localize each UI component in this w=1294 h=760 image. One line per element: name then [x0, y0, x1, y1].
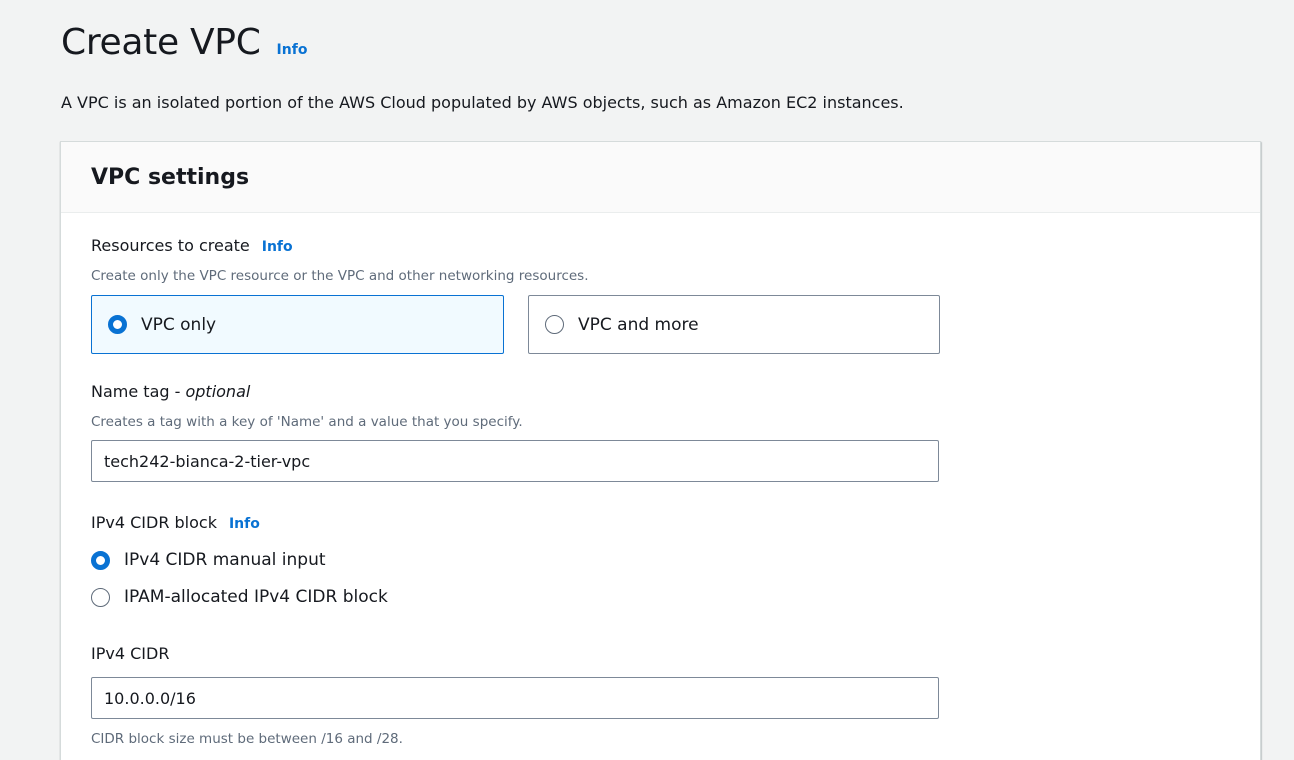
vpc-and-more-label: VPC and more	[578, 314, 699, 335]
page-heading: Create VPC	[61, 22, 261, 63]
panel-title: VPC settings	[91, 164, 250, 190]
create-vpc-page: Create VPC Info A VPC is an isolated por…	[0, 0, 1294, 760]
ipv4-cidr-hint: CIDR block size must be between /16 and …	[91, 731, 403, 747]
title-info-link[interactable]: Info	[277, 42, 308, 58]
vpc-only-tile[interactable]: VPC only	[91, 295, 504, 354]
ipv4-cidr-label: IPv4 CIDR	[91, 644, 170, 663]
ipam-allocated-radio[interactable]: IPAM-allocated IPv4 CIDR block	[91, 587, 388, 607]
resources-info-link[interactable]: Info	[262, 239, 293, 255]
ipam-allocated-label: IPAM-allocated IPv4 CIDR block	[124, 587, 388, 607]
vpc-settings-panel: VPC settings Resources to create Info Cre…	[60, 141, 1261, 760]
ipv4-block-label-text: IPv4 CIDR block	[91, 513, 217, 532]
vpc-only-label: VPC only	[141, 314, 217, 335]
resources-label: Resources to create Info	[91, 236, 293, 255]
page-title: Create VPC Info	[61, 22, 307, 63]
resources-label-text: Resources to create	[91, 236, 250, 255]
radio-checked-icon	[91, 550, 110, 570]
name-tag-input[interactable]	[91, 440, 939, 482]
page-description: A VPC is an isolated portion of the AWS …	[61, 93, 904, 112]
ipv4-block-info-link[interactable]: Info	[229, 516, 260, 532]
radio-unchecked-icon	[545, 315, 564, 334]
name-tag-description: Creates a tag with a key of 'Name' and a…	[91, 414, 523, 430]
name-tag-label: Name tag - optional	[91, 382, 250, 401]
radio-checked-icon	[108, 315, 127, 334]
name-tag-label-text: Name tag -	[91, 382, 186, 401]
ipv4-block-label: IPv4 CIDR block Info	[91, 513, 260, 532]
ipv4-cidr-input[interactable]	[91, 677, 939, 719]
optional-text: optional	[185, 382, 251, 401]
ipv4-manual-input-radio[interactable]: IPv4 CIDR manual input	[91, 550, 326, 570]
resources-description: Create only the VPC resource or the VPC …	[91, 268, 589, 284]
radio-unchecked-icon	[91, 587, 110, 607]
ipv4-manual-input-label: IPv4 CIDR manual input	[124, 550, 326, 570]
panel-header: VPC settings	[61, 142, 1260, 213]
vpc-and-more-tile[interactable]: VPC and more	[528, 295, 940, 354]
